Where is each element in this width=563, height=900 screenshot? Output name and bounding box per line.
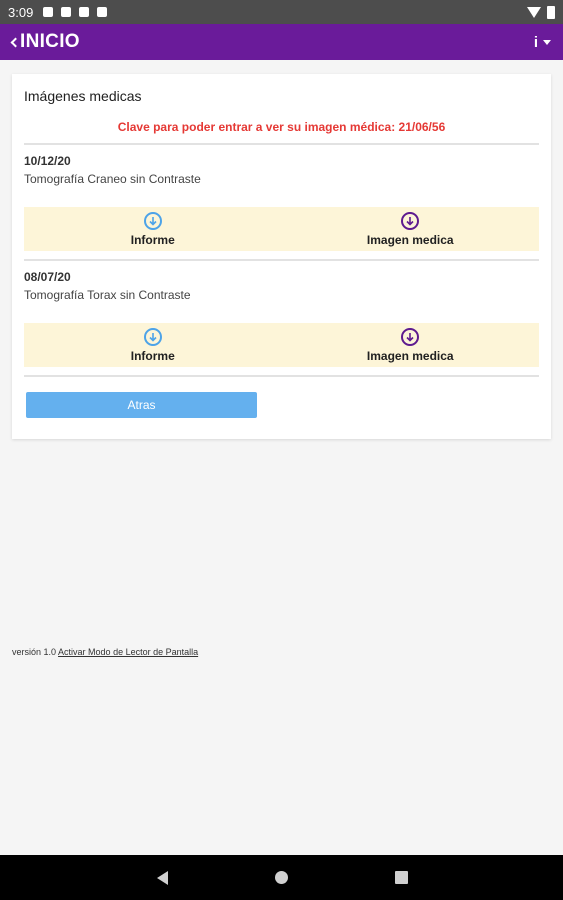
record-date: 08/07/20 [24, 270, 71, 284]
status-bar: 3:09 [0, 0, 563, 24]
record-description: Tomografía Craneo sin Contraste [24, 172, 201, 186]
record-actions: Informe Imagen medica [24, 323, 539, 367]
download-icon [401, 327, 420, 346]
divider [24, 143, 539, 145]
notification-icon [43, 7, 54, 17]
imagen-medica-label: Imagen medica [366, 232, 454, 247]
screen-reader-mode-link[interactable]: Activar Modo de Lector de Pantalla [58, 647, 198, 657]
record-description: Tomografía Torax sin Contraste [24, 288, 191, 302]
informe-download-button[interactable]: Informe [24, 207, 282, 251]
info-icon: i [533, 33, 538, 51]
download-icon [401, 211, 420, 230]
divider [24, 375, 539, 377]
chevron-left-icon [10, 37, 21, 48]
record-date: 10/12/20 [24, 154, 71, 168]
imagen-medica-download-button[interactable]: Imagen medica [282, 207, 540, 251]
notification-icon [61, 7, 72, 17]
recents-icon[interactable] [395, 871, 408, 884]
wifi-icon [527, 6, 541, 18]
app-bar-title: INICIO [20, 31, 80, 52]
access-key-notice: Clave para poder entrar a ver su imagen … [117, 120, 446, 134]
status-time: 3:09 [8, 4, 34, 20]
footer: versión 1.0 Activar Modo de Lector de Pa… [12, 647, 198, 657]
system-nav-bar [0, 855, 563, 900]
informe-download-button[interactable]: Informe [24, 323, 282, 367]
page-title: Imágenes medicas [24, 88, 142, 104]
home-icon[interactable] [275, 871, 288, 884]
divider [24, 259, 539, 261]
notification-icon [79, 7, 90, 17]
medical-images-card: Imágenes medicas Clave para poder entrar… [12, 74, 551, 439]
chevron-down-icon [543, 39, 551, 45]
download-icon [143, 211, 162, 230]
version-label: versión 1.0 [12, 647, 57, 657]
info-menu-button[interactable]: i [534, 35, 551, 50]
informe-label: Informe [130, 232, 175, 247]
back-to-inicio-button[interactable]: INICIO [10, 31, 80, 53]
app-bar: INICIO i [0, 24, 563, 60]
atras-button[interactable]: Atras [26, 392, 257, 418]
back-icon[interactable] [157, 871, 168, 885]
record-actions: Informe Imagen medica [24, 207, 539, 251]
informe-label: Informe [130, 348, 175, 363]
sd-card-icon [97, 7, 108, 17]
imagen-medica-download-button[interactable]: Imagen medica [282, 323, 540, 367]
download-icon [143, 327, 162, 346]
battery-icon [547, 5, 555, 19]
imagen-medica-label: Imagen medica [366, 348, 454, 363]
